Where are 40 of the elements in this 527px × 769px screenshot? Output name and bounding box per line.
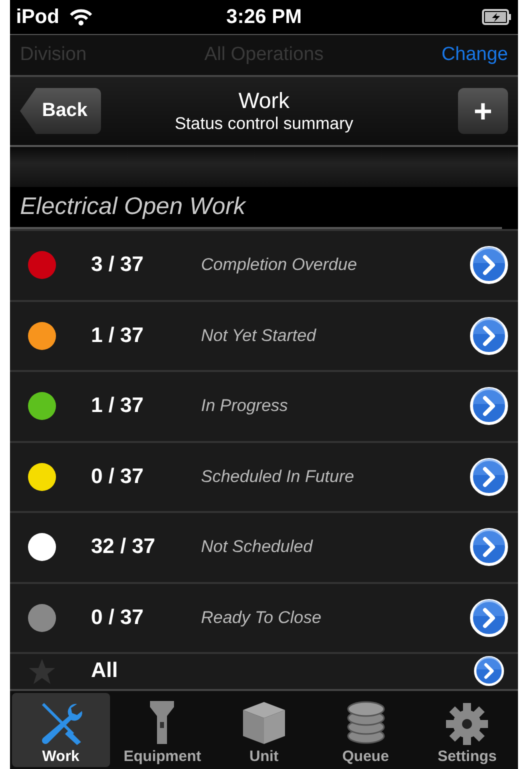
chevron-button[interactable] bbox=[470, 528, 508, 566]
screen-subtitle: Status control summary bbox=[174, 114, 354, 134]
tab-button[interactable]: Settings bbox=[418, 693, 516, 767]
tab-button[interactable]: Work bbox=[12, 693, 110, 767]
settings-icon bbox=[445, 702, 490, 746]
flashlight-icon bbox=[149, 700, 176, 746]
item-count: 0 / 37 bbox=[90, 606, 145, 630]
tab-button[interactable]: Unit bbox=[215, 693, 313, 767]
carrier-label: iPod bbox=[16, 6, 60, 28]
cube-icon bbox=[240, 700, 287, 746]
item-count: 3 / 37 bbox=[90, 253, 145, 278]
status-label: Scheduled In Future bbox=[201, 466, 356, 487]
item-count: All bbox=[90, 659, 119, 683]
chevron-button[interactable] bbox=[470, 316, 508, 355]
chevron-button[interactable] bbox=[470, 387, 508, 426]
database-icon bbox=[346, 700, 386, 746]
chevron-button[interactable] bbox=[474, 656, 504, 686]
tab-button[interactable]: Equipment bbox=[114, 693, 212, 767]
star-icon bbox=[28, 658, 56, 684]
item-count: 32 / 37 bbox=[90, 535, 156, 560]
status-label: Completion Overdue bbox=[201, 255, 358, 276]
status-label: Not Yet Started bbox=[201, 326, 318, 346]
status-label: Not Scheduled bbox=[201, 537, 314, 558]
chevron-button[interactable] bbox=[470, 598, 508, 637]
battery-icon bbox=[482, 9, 512, 25]
wifi-icon bbox=[69, 8, 94, 26]
clock-time: 3:26 PM bbox=[226, 6, 302, 28]
chevron-button[interactable] bbox=[470, 246, 508, 284]
item-count: 1 / 37 bbox=[90, 324, 145, 348]
chevron-button[interactable] bbox=[470, 458, 508, 496]
add-button[interactable]: + bbox=[458, 88, 508, 134]
tab-button[interactable]: Queue bbox=[316, 693, 414, 767]
section-title: Electrical Open Work bbox=[20, 193, 246, 221]
change-link[interactable]: Change bbox=[441, 44, 508, 66]
status-label: In Progress bbox=[201, 396, 289, 416]
back-button[interactable]: Back bbox=[20, 88, 102, 134]
screen-title: Work bbox=[238, 88, 290, 114]
item-count: 0 / 37 bbox=[90, 464, 145, 489]
status-label: Ready To Close bbox=[201, 608, 322, 628]
item-count: 1 / 37 bbox=[90, 394, 145, 418]
